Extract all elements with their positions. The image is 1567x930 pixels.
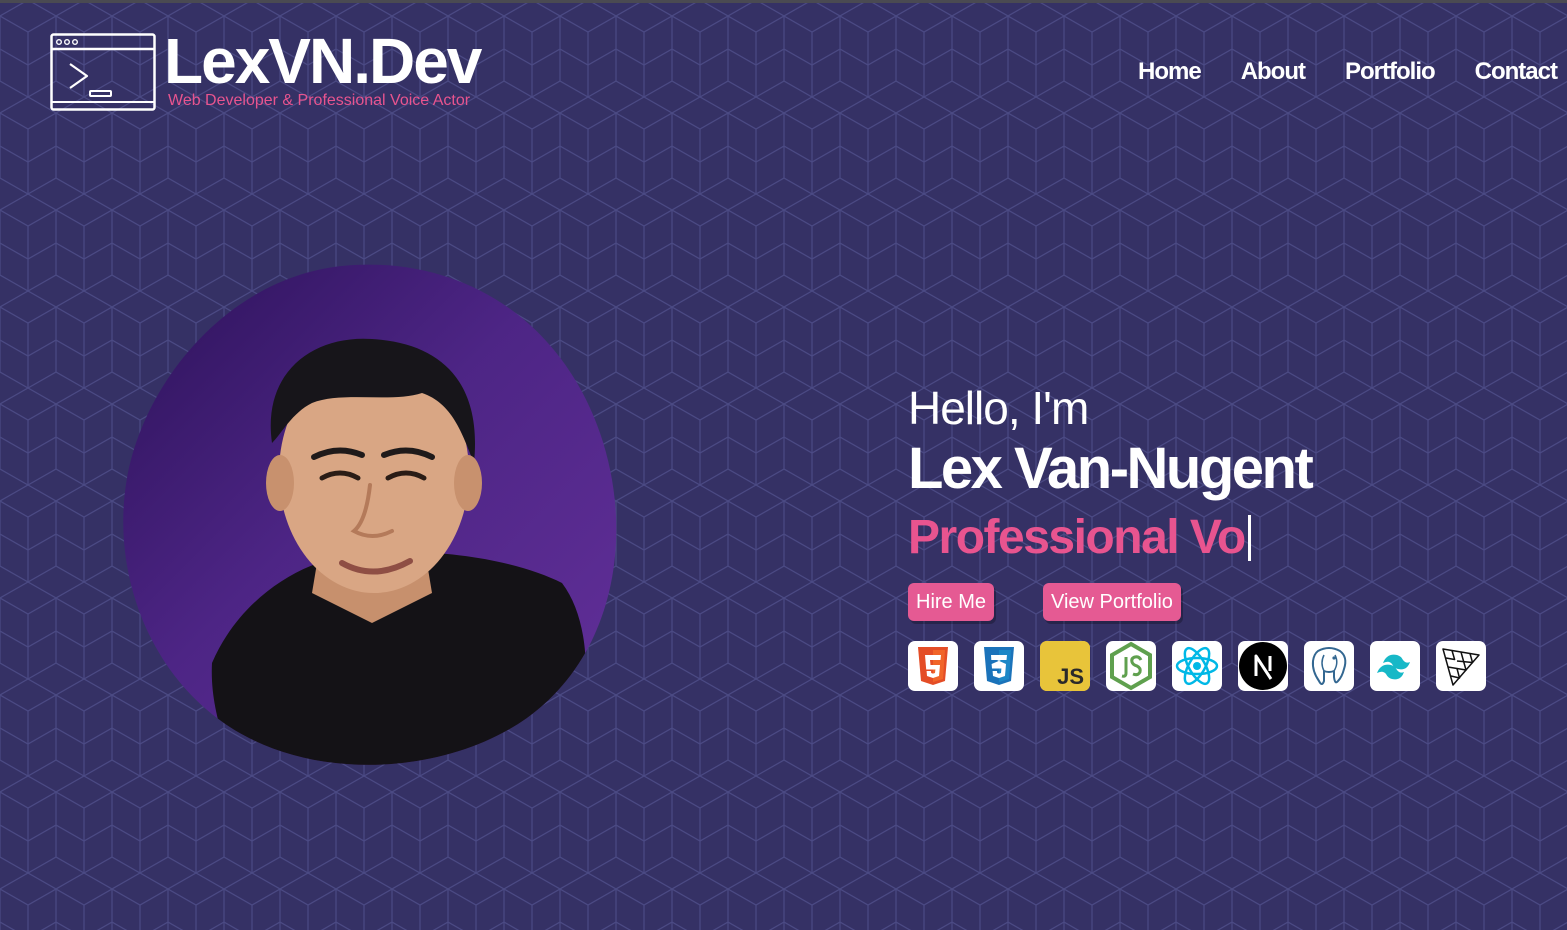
hero-greeting: Hello, I'm [908, 382, 1089, 434]
terminal-window-icon [50, 33, 156, 111]
typing-caret [1247, 515, 1251, 561]
css3-icon [974, 641, 1024, 691]
tech-stack-icons: JS [908, 641, 1486, 691]
hero-name: Lex Van-Nugent [908, 436, 1314, 501]
hire-me-button[interactable]: Hire Me [908, 583, 995, 621]
nav-contact[interactable]: Contact [1475, 58, 1558, 86]
hero-buttons: Hire Me View Portfolio [908, 583, 1208, 623]
top-border [0, 0, 1567, 3]
postgresql-icon [1304, 641, 1354, 691]
nextjs-icon [1238, 641, 1288, 691]
hero-section: Hello, I'm Lex Van-Nugent Professional V… [908, 380, 1548, 691]
profile-portrait [123, 264, 617, 765]
nodejs-icon [1106, 641, 1156, 691]
typed-role-text: Professional Vo [908, 511, 1246, 564]
nav-home[interactable]: Home [1138, 58, 1202, 86]
typed-line: Professional Vo [908, 510, 1548, 566]
js-badge-text: JS [1057, 664, 1084, 689]
nav-portfolio[interactable]: Portfolio [1345, 58, 1436, 86]
tailwind-icon [1370, 641, 1420, 691]
brand-name: LexVN.Dev [164, 25, 482, 97]
html5-icon [908, 641, 958, 691]
brand-tagline: Web Developer & Professional Voice Actor [168, 92, 471, 109]
view-portfolio-button[interactable]: View Portfolio [1043, 583, 1181, 621]
main-nav: Home About Portfolio Contact [1138, 58, 1558, 86]
nav-about[interactable]: About [1241, 58, 1306, 86]
javascript-icon: JS [1040, 641, 1090, 691]
react-icon [1172, 641, 1222, 691]
threejs-icon [1436, 641, 1486, 691]
brand[interactable]: LexVN.Dev Web Developer & Professional V… [50, 26, 520, 114]
